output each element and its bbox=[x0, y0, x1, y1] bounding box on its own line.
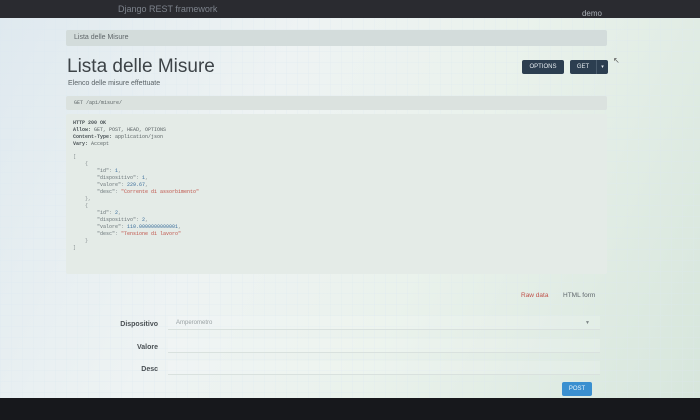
response-body: [ { "id": 1, "dispositivo": 1, "valore":… bbox=[73, 154, 200, 251]
mouse-cursor-icon: ↖ bbox=[613, 56, 620, 65]
response-header: Vary: Accept bbox=[73, 141, 110, 147]
breadcrumb[interactable]: Lista delle Misure bbox=[66, 30, 607, 46]
user-menu[interactable]: demo bbox=[582, 9, 602, 18]
dispositivo-selected-value: Amperometro bbox=[176, 320, 213, 326]
dispositivo-select[interactable]: Amperometro ▼ bbox=[168, 316, 600, 330]
bottom-bezel bbox=[0, 398, 700, 420]
response-status: HTTP 200 OK bbox=[73, 120, 107, 126]
valore-label: Valore bbox=[136, 344, 158, 351]
get-button-label: GET bbox=[576, 64, 590, 70]
valore-input[interactable] bbox=[168, 339, 600, 353]
get-button[interactable]: GET ▾ bbox=[570, 60, 608, 74]
desc-input[interactable] bbox=[168, 361, 600, 375]
chevron-down-icon: ▼ bbox=[585, 320, 590, 326]
tab-html-form[interactable]: HTML form bbox=[563, 292, 595, 299]
post-button[interactable]: POST bbox=[562, 382, 592, 396]
dispositivo-label: Dispositivo bbox=[120, 321, 158, 328]
desc-label: Desc bbox=[141, 366, 158, 373]
chevron-down-icon[interactable]: ▾ bbox=[596, 60, 608, 74]
tab-raw-data[interactable]: Raw data bbox=[521, 292, 548, 299]
response-info: HTTP 200 OK Allow: GET, POST, HEAD, OPTI… bbox=[66, 114, 607, 274]
request-info: GET /api/misure/ bbox=[66, 96, 607, 110]
response-header: Content-Type: application/json bbox=[73, 134, 164, 140]
brand-link[interactable]: Django REST framework bbox=[118, 4, 217, 14]
response-header: Allow: GET, POST, HEAD, OPTIONS bbox=[73, 127, 167, 133]
page-description: Elenco delle misure effettuate bbox=[68, 80, 161, 87]
page-title: Lista delle Misure bbox=[67, 56, 215, 77]
options-button[interactable]: OPTIONS bbox=[522, 60, 564, 74]
